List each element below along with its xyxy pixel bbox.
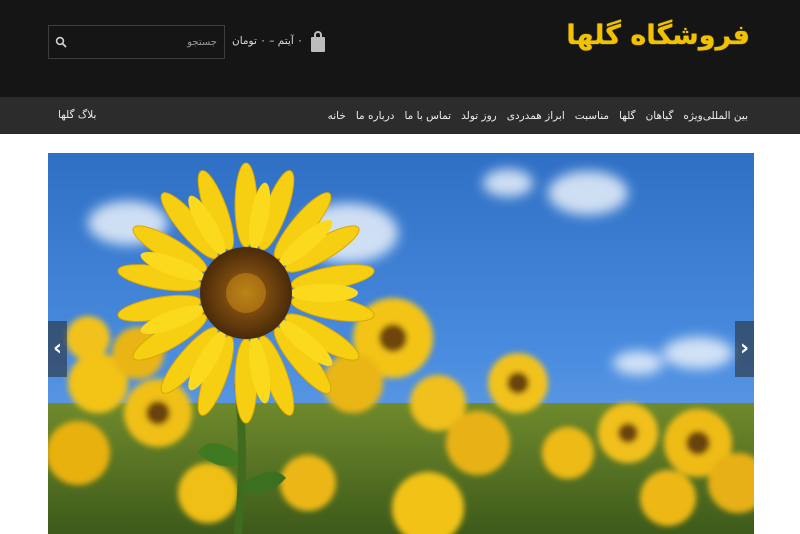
main-navigation: خانه درباره ما تماس با ما روز تولد ابراز… bbox=[0, 97, 800, 134]
search-box bbox=[48, 25, 225, 59]
hero-slider[interactable]: ‹ › bbox=[48, 153, 754, 534]
slider-prev-button[interactable]: ‹ bbox=[48, 321, 67, 377]
nav-item-sympathy[interactable]: ابراز همدردی bbox=[507, 110, 565, 122]
nav-item-contact[interactable]: تماس با ما bbox=[404, 110, 451, 122]
nav-item-international[interactable]: بین المللی bbox=[703, 110, 748, 122]
search-input[interactable] bbox=[73, 26, 223, 58]
search-icon[interactable] bbox=[55, 36, 67, 48]
blog-link[interactable]: بلاگ گلها bbox=[58, 97, 96, 134]
nav-item-flowers[interactable]: گلها bbox=[619, 110, 636, 122]
nav-item-occasion[interactable]: مناسبت bbox=[575, 110, 609, 122]
shopping-bag-icon[interactable] bbox=[310, 30, 325, 52]
nav-menu: خانه درباره ما تماس با ما روز تولد ابراز… bbox=[318, 97, 748, 134]
top-header: فروشگاه گلها ۰ آیتم – ۰ تومان bbox=[0, 0, 800, 97]
slide-image-sunflowers bbox=[48, 153, 754, 534]
cart-text[interactable]: ۰ آیتم – ۰ تومان bbox=[232, 35, 303, 47]
nav-item-birthday[interactable]: روز تولد bbox=[461, 110, 497, 122]
slider-next-button[interactable]: › bbox=[735, 321, 754, 377]
site-logo[interactable]: فروشگاه گلها bbox=[566, 14, 750, 58]
nav-item-plants[interactable]: گیاهان bbox=[646, 110, 674, 122]
nav-item-home[interactable]: خانه bbox=[328, 110, 346, 122]
nav-item-about[interactable]: درباره ما bbox=[356, 110, 395, 122]
cart-summary[interactable]: ۰ آیتم – ۰ تومان bbox=[232, 27, 325, 55]
nav-item-special[interactable]: ویژه bbox=[683, 110, 702, 122]
